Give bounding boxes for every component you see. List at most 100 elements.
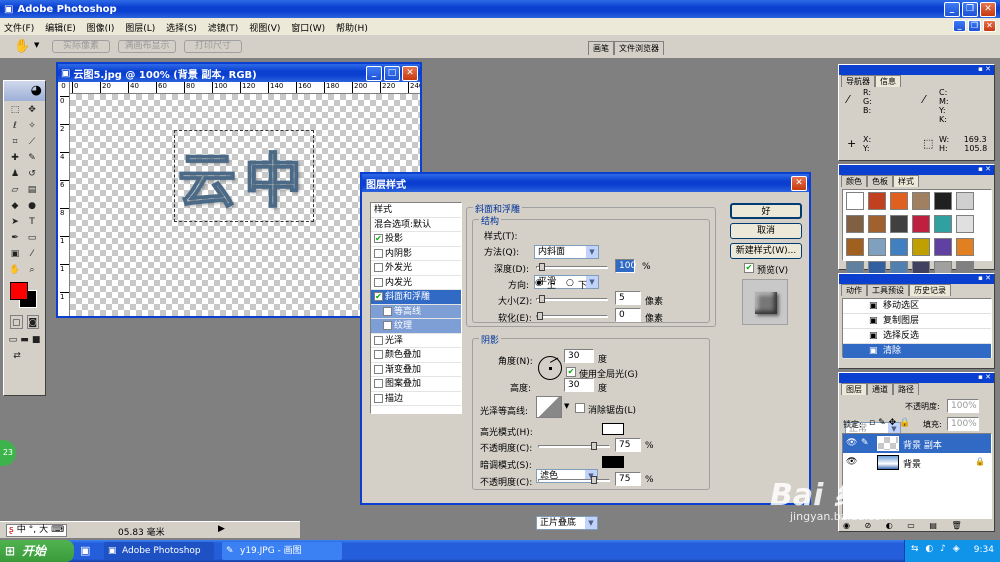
gloss-contour-preview[interactable] bbox=[536, 396, 562, 418]
document-maximize-button[interactable]: □ bbox=[384, 65, 400, 81]
task-paint[interactable]: ✎ y19.JPG - 画图 bbox=[222, 542, 342, 560]
doc-restore-button[interactable]: ❐ bbox=[968, 20, 981, 32]
fit-screen-button[interactable]: 满画布显示 bbox=[118, 40, 176, 53]
tab-actions[interactable]: 动作 bbox=[841, 284, 867, 296]
tab-navigator[interactable]: 导航器 bbox=[841, 75, 875, 87]
style-swatch[interactable] bbox=[934, 238, 952, 256]
healing-brush-icon[interactable]: ✚ bbox=[8, 151, 22, 165]
ime-bar[interactable]: ʂ 中 °, 大 ⌨ bbox=[6, 524, 68, 537]
style-list-item[interactable]: ✔ 斜面和浮雕 bbox=[371, 290, 461, 305]
size-slider-thumb[interactable] bbox=[539, 295, 545, 303]
tab-color[interactable]: 颜色 bbox=[841, 175, 867, 187]
stamp-tool-icon[interactable]: ♟ bbox=[8, 167, 22, 181]
shadow-mode-select[interactable]: 正片叠底 bbox=[536, 516, 598, 530]
eraser-tool-icon[interactable]: ▱ bbox=[8, 183, 22, 197]
style-checkbox[interactable] bbox=[383, 306, 392, 316]
menu-edit[interactable]: 编辑(E) bbox=[45, 21, 76, 34]
screen-mode-3-icon[interactable]: ■ bbox=[31, 333, 41, 347]
menu-filter[interactable]: 滤镜(T) bbox=[208, 21, 239, 34]
style-swatch[interactable] bbox=[934, 192, 952, 210]
menu-help[interactable]: 帮助(H) bbox=[336, 21, 368, 34]
style-list-item[interactable]: 内阴影 bbox=[371, 247, 461, 261]
style-checkbox[interactable] bbox=[374, 350, 383, 359]
menu-image[interactable]: 图像(I) bbox=[87, 21, 115, 34]
brush-tool-icon[interactable]: ✎ bbox=[25, 151, 39, 165]
dialog-close-button[interactable]: ✕ bbox=[791, 175, 807, 191]
style-list-item[interactable]: 描边 bbox=[371, 392, 461, 406]
style-checkbox[interactable]: ✔ bbox=[374, 292, 383, 301]
style-checkbox[interactable] bbox=[374, 364, 383, 374]
new-style-button[interactable]: 新建样式(W)... bbox=[730, 243, 802, 259]
style-checkbox[interactable]: ✔ bbox=[374, 234, 383, 243]
style-swatch[interactable] bbox=[934, 215, 952, 233]
print-size-button[interactable]: 打印尺寸 bbox=[184, 40, 242, 53]
style-list-item[interactable]: 光泽 bbox=[371, 334, 461, 348]
style-swatch[interactable] bbox=[846, 192, 864, 210]
style-checkbox[interactable] bbox=[374, 263, 383, 272]
style-swatch[interactable] bbox=[912, 192, 930, 210]
soften-input[interactable]: 0 bbox=[615, 308, 641, 322]
style-swatch[interactable] bbox=[890, 192, 908, 210]
history-item[interactable]: ▣ 复制图层 bbox=[843, 314, 991, 329]
highlight-opacity-input[interactable]: 75 bbox=[615, 438, 641, 452]
eye-icon[interactable]: 👁 bbox=[846, 457, 857, 467]
zoom-tool-icon[interactable]: ⌕ bbox=[25, 263, 39, 277]
shadow-opacity-thumb[interactable] bbox=[591, 476, 597, 484]
style-checkbox[interactable] bbox=[374, 335, 383, 345]
move-tool-icon[interactable]: ✥ bbox=[25, 103, 39, 117]
screen-mode-2-icon[interactable]: ▬ bbox=[20, 333, 30, 347]
style-swatch[interactable] bbox=[868, 215, 886, 233]
tab-styles[interactable]: 样式 bbox=[893, 175, 919, 187]
tab-history[interactable]: 历史记录 bbox=[909, 284, 951, 296]
depth-slider[interactable] bbox=[536, 263, 608, 271]
radio-up-icon[interactable]: ◉ bbox=[535, 278, 543, 288]
preview-checkbox[interactable]: ✔ bbox=[744, 263, 754, 273]
task-photoshop[interactable]: ▣ Adobe Photoshop bbox=[104, 542, 214, 560]
highlight-opacity-thumb[interactable] bbox=[591, 442, 597, 450]
slice-tool-icon[interactable]: ⟋ bbox=[25, 135, 39, 149]
shadow-color-swatch[interactable] bbox=[602, 456, 624, 468]
notes-tool-icon[interactable]: ▣ bbox=[8, 247, 22, 261]
lock-icons[interactable]: ▫✎✥🔒 bbox=[869, 418, 913, 428]
style-list-item[interactable]: 混合选项:默认 bbox=[371, 218, 461, 232]
history-item[interactable]: ▣ 选择反选 bbox=[843, 329, 991, 344]
size-input[interactable]: 5 bbox=[615, 291, 641, 305]
type-tool-icon[interactable]: T bbox=[25, 215, 39, 229]
style-checkbox[interactable] bbox=[374, 248, 383, 258]
style-list-item[interactable]: 颜色叠加 bbox=[371, 348, 461, 363]
style-list-item[interactable]: ✔ 投影 bbox=[371, 232, 461, 247]
document-close-button[interactable]: ✕ bbox=[402, 65, 418, 81]
history-brush-icon[interactable]: ↺ bbox=[25, 167, 39, 181]
bevel-style-select[interactable]: 内斜面 bbox=[534, 245, 599, 259]
imageready-icon[interactable]: ⇄ bbox=[10, 349, 24, 363]
global-light-checkbox[interactable]: ✔ bbox=[566, 367, 576, 377]
foreground-color[interactable] bbox=[10, 282, 28, 300]
lasso-tool-icon[interactable]: ℓ bbox=[8, 119, 22, 133]
style-list-item[interactable]: 外发光 bbox=[371, 261, 461, 276]
style-list-item[interactable]: 纹理 bbox=[371, 319, 461, 334]
tray-icons[interactable]: ⇆ ◐ ♪ ◈ bbox=[911, 544, 962, 554]
shape-tool-icon[interactable]: ▭ bbox=[25, 231, 39, 245]
shadow-opacity-slider[interactable] bbox=[538, 476, 610, 484]
shadow-opacity-input[interactable]: 75 bbox=[615, 472, 641, 486]
opacity-input[interactable]: 100% bbox=[947, 399, 979, 413]
style-checkbox[interactable] bbox=[374, 393, 383, 403]
style-checkbox[interactable] bbox=[374, 277, 383, 287]
eyedropper-icon[interactable]: ⁄ bbox=[25, 247, 39, 261]
standard-mode-icon[interactable]: ▢ bbox=[10, 315, 23, 329]
restore-button[interactable]: ❐ bbox=[962, 2, 978, 17]
doc-minimize-button[interactable]: _ bbox=[953, 20, 966, 32]
notification-badge[interactable]: 23 bbox=[0, 440, 16, 466]
antialias-checkbox[interactable] bbox=[575, 403, 585, 413]
tab-tool-presets[interactable]: 工具预设 bbox=[867, 284, 909, 296]
style-swatch[interactable] bbox=[956, 238, 974, 256]
depth-slider-thumb[interactable] bbox=[539, 263, 545, 271]
dodge-tool-icon[interactable]: ● bbox=[25, 199, 39, 213]
pen-tool-icon[interactable]: ✒ bbox=[8, 231, 22, 245]
actual-pixels-button[interactable]: 实际像素 bbox=[52, 40, 110, 53]
style-swatch[interactable] bbox=[956, 192, 974, 210]
menu-window[interactable]: 窗口(W) bbox=[291, 21, 325, 34]
highlight-opacity-slider[interactable] bbox=[538, 442, 610, 450]
eye-icon[interactable]: 👁 bbox=[846, 438, 857, 448]
style-swatch[interactable] bbox=[846, 215, 864, 233]
